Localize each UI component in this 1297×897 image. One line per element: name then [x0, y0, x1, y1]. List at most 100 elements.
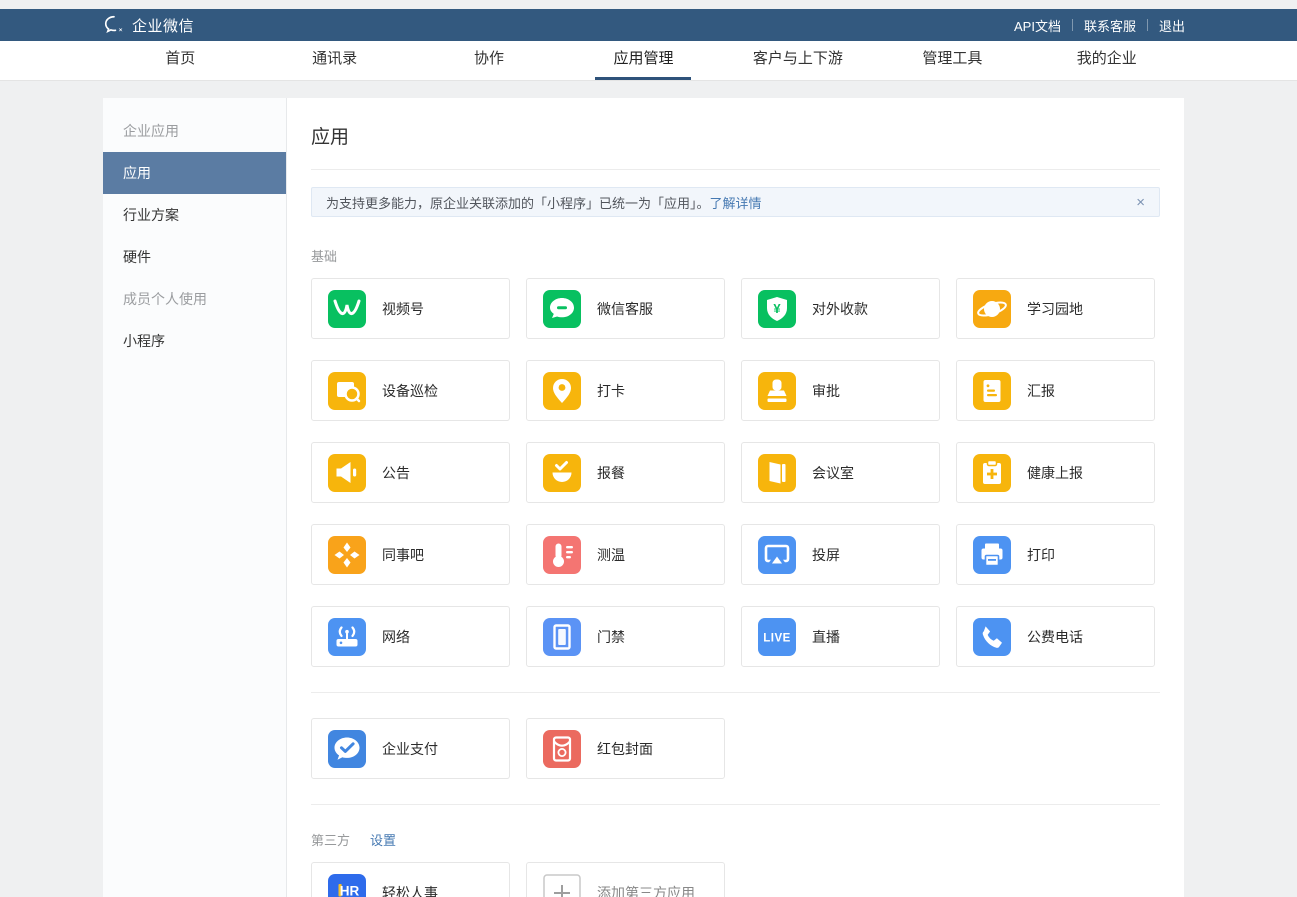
- page-title: 应用: [311, 122, 1160, 149]
- nav-tab[interactable]: 协作: [412, 41, 566, 80]
- base-app-grid: 视频号 微信客服 ¥ 对外收款 学习园地设备巡检 打卡 审批 汇报公告 报餐 会议室 健康上报同事吧…: [311, 278, 1160, 667]
- app-label: 打卡: [597, 381, 625, 401]
- app-card[interactable]: 企业支付: [311, 718, 510, 779]
- third-party-settings-link[interactable]: 设置: [370, 830, 396, 849]
- sidebar-item[interactable]: 应用: [103, 152, 286, 194]
- topbar-link[interactable]: API文档: [1014, 16, 1061, 35]
- brand: 企业微信: [103, 14, 194, 36]
- app-card[interactable]: LIVE 直播: [741, 606, 940, 667]
- network-icon: [328, 618, 366, 656]
- app-card[interactable]: 会议室: [741, 442, 940, 503]
- app-label: 审批: [812, 381, 840, 401]
- app-label: 健康上报: [1027, 463, 1083, 483]
- app-label: 网络: [382, 627, 410, 647]
- close-icon[interactable]: ×: [1136, 195, 1145, 210]
- notice-banner: 为支持更多能力，原企业关联添加的「小程序」已统一为「应用」。 了解详情 ×: [311, 187, 1160, 217]
- sidebar-item[interactable]: 小程序: [103, 320, 286, 362]
- app-card[interactable]: 视频号: [311, 278, 510, 339]
- app-label: 同事吧: [382, 545, 424, 565]
- svg-text:LIVE: LIVE: [763, 632, 791, 644]
- nav-tab-label: 我的企业: [1059, 41, 1155, 80]
- nav-tab[interactable]: 应用管理: [566, 41, 720, 80]
- sidebar-item[interactable]: 行业方案: [103, 194, 286, 236]
- app-card[interactable]: ¥ 对外收款: [741, 278, 940, 339]
- brand-name: 企业微信: [132, 15, 194, 36]
- health-clipboard-icon: [973, 454, 1011, 492]
- nav-tab-label: 通讯录: [294, 41, 375, 80]
- stamp-icon: [758, 372, 796, 410]
- svg-text:¥: ¥: [773, 301, 781, 316]
- topbar-link[interactable]: 联系客服: [1084, 16, 1136, 35]
- location-pin-icon: [543, 372, 581, 410]
- nav-tab-label: 客户与上下游: [735, 41, 861, 80]
- sidebar-item[interactable]: 硬件: [103, 236, 286, 278]
- app-label: 汇报: [1027, 381, 1055, 401]
- topbar-link[interactable]: 退出: [1159, 16, 1185, 35]
- door-access-icon: [543, 618, 581, 656]
- app-card[interactable]: 投屏: [741, 524, 940, 585]
- megaphone-icon: [328, 454, 366, 492]
- app-card[interactable]: 微信客服: [526, 278, 725, 339]
- app-label: 会议室: [812, 463, 854, 483]
- topbar-link-separator: [1147, 19, 1148, 31]
- app-card[interactable]: 设备巡检: [311, 360, 510, 421]
- app-card[interactable]: 健康上报: [956, 442, 1155, 503]
- app-label: 视频号: [382, 299, 424, 319]
- add-third-party-app-label: 添加第三方应用: [597, 883, 695, 897]
- app-card[interactable]: 同事吧: [311, 524, 510, 585]
- app-card[interactable]: 公费电话: [956, 606, 1155, 667]
- app-card[interactable]: 学习园地: [956, 278, 1155, 339]
- report-doc-icon: [973, 372, 1011, 410]
- app-card[interactable]: 网络: [311, 606, 510, 667]
- app-label: 投屏: [812, 545, 840, 565]
- app-label: 对外收款: [812, 299, 868, 319]
- printer-icon: [973, 536, 1011, 574]
- app-card[interactable]: 门禁: [526, 606, 725, 667]
- nav-tab-label: 协作: [456, 41, 522, 80]
- app-card[interactable]: 审批: [741, 360, 940, 421]
- app-label: 学习园地: [1027, 299, 1083, 319]
- notice-text: 为支持更多能力，原企业关联添加的「小程序」已统一为「应用」。: [326, 193, 710, 212]
- nav-tab[interactable]: 通讯录: [257, 41, 411, 80]
- nav-tabs: 首页通讯录 协作 应用管理客户与上下游管理工具我的企业: [103, 41, 1184, 80]
- app-label: 打印: [1027, 545, 1055, 565]
- app-card[interactable]: 打印: [956, 524, 1155, 585]
- app-card[interactable]: 汇报: [956, 360, 1155, 421]
- section-divider-2: [311, 804, 1160, 805]
- third-party-header: 第三方 设置: [311, 830, 1160, 849]
- app-label: 企业支付: [382, 739, 438, 759]
- section-label-third-party: 第三方: [311, 830, 350, 849]
- nav-tab[interactable]: 首页: [103, 41, 257, 80]
- app-label: 门禁: [597, 627, 625, 647]
- colleagues-icon: [328, 536, 366, 574]
- topbar-links: API文档 联系客服 退出: [1014, 16, 1185, 35]
- notice-detail-link[interactable]: 了解详情: [710, 193, 762, 212]
- hr-icon: HR: [328, 874, 366, 897]
- sidebar-group-header: 企业应用: [103, 110, 286, 152]
- app-card[interactable]: 测温: [526, 524, 725, 585]
- main-panel: 企业应用应用行业方案硬件成员个人使用小程序 应用 为支持更多能力，原企业关联添加…: [103, 98, 1184, 897]
- app-card[interactable]: 打卡: [526, 360, 725, 421]
- app-card[interactable]: HR轻松人事: [311, 862, 510, 897]
- red-packet-icon: [543, 730, 581, 768]
- app-card[interactable]: 红包封面: [526, 718, 725, 779]
- app-card[interactable]: 报餐: [526, 442, 725, 503]
- app-label: 测温: [597, 545, 625, 565]
- app-label: 公告: [382, 463, 410, 483]
- nav-tab[interactable]: 管理工具: [875, 41, 1029, 80]
- app-card[interactable]: 公告: [311, 442, 510, 503]
- planet-icon: [973, 290, 1011, 328]
- cast-icon: [758, 536, 796, 574]
- thermometer-icon: [543, 536, 581, 574]
- app-label: 报餐: [597, 463, 625, 483]
- nav-tab[interactable]: 客户与上下游: [721, 41, 875, 80]
- phone-icon: [973, 618, 1011, 656]
- nav-tab[interactable]: 我的企业: [1030, 41, 1184, 80]
- svg-text:HR: HR: [340, 883, 360, 897]
- app-label: 直播: [812, 627, 840, 647]
- sidebar: 企业应用应用行业方案硬件成员个人使用小程序: [103, 98, 287, 897]
- add-third-party-app-card[interactable]: 添加第三方应用: [526, 862, 725, 897]
- app-label: 公费电话: [1027, 627, 1083, 647]
- pay-app-grid: 企业支付 红包封面: [311, 718, 1160, 779]
- chat-bubble-icon: [543, 290, 581, 328]
